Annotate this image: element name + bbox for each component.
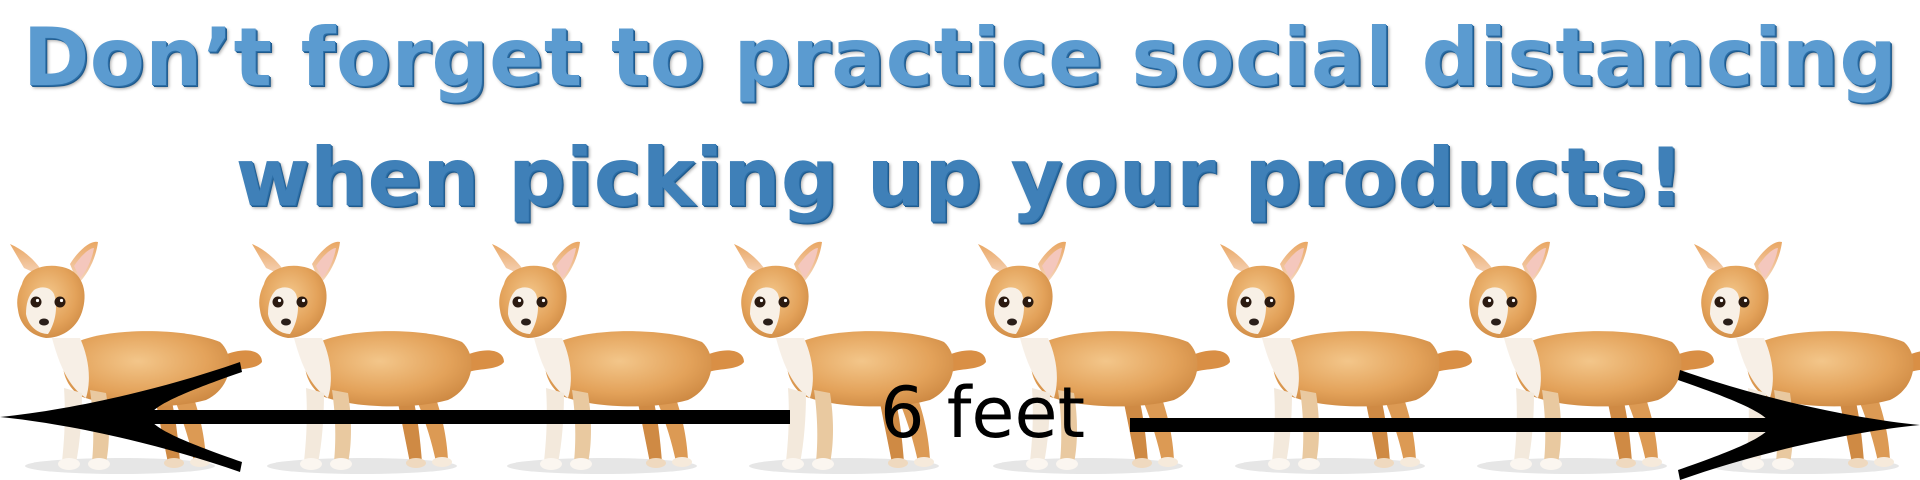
arrow-right-icon bbox=[1130, 370, 1920, 480]
headline-line-2: when picking up your products! bbox=[235, 131, 1685, 224]
headline-line-1: Don’t forget to practice social distanci… bbox=[22, 11, 1898, 104]
distance-label: 6 feet bbox=[880, 372, 1086, 454]
arrow-left-icon bbox=[0, 362, 790, 472]
